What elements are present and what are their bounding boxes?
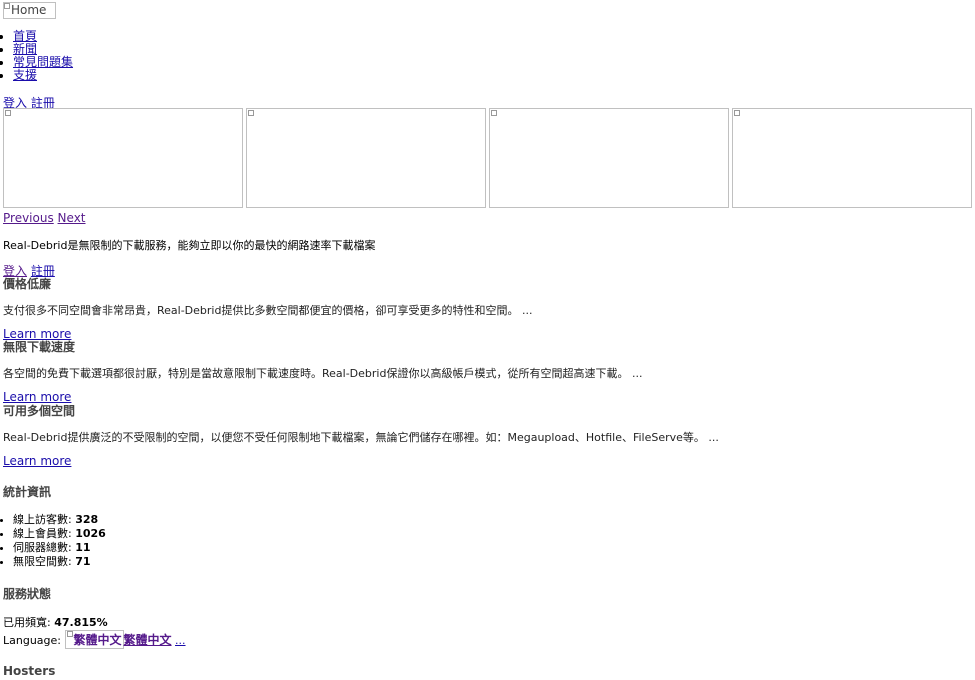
broken-image-icon — [734, 110, 740, 116]
broken-image-icon — [66, 631, 73, 637]
slider-previous-link[interactable]: Previous — [3, 211, 54, 225]
slider-image-2[interactable] — [246, 108, 486, 208]
stats-item-visitors: 線上訪客數: 328 — [13, 513, 106, 527]
stats-item-hosters: 無限空間數: 71 — [13, 555, 106, 569]
stats-label: 無限空間數: — [13, 555, 72, 568]
slider-image-4[interactable] — [732, 108, 972, 208]
stats-item-servers: 伺服器總數: 11 — [13, 541, 106, 555]
bandwidth-value: 47.815% — [54, 616, 108, 629]
slider-image-3[interactable] — [489, 108, 729, 208]
feature-learn-more-link[interactable]: Learn more — [3, 454, 71, 468]
nav-link-support[interactable]: 支援 — [13, 68, 37, 82]
stats-label: 線上會員數: — [13, 527, 72, 540]
stats-value: 71 — [75, 555, 91, 568]
site-logo[interactable]: Home — [3, 2, 56, 19]
language-flag-alt: 繁體中文 — [73, 633, 122, 647]
language-current-link[interactable]: 繁體中文 — [124, 633, 172, 647]
bandwidth-label: 已用頻寬: — [3, 616, 51, 629]
hosters-title: Hosters — [3, 664, 56, 678]
stats-value: 11 — [75, 541, 91, 554]
main-nav: 首頁 新聞 常見問題集 支援 — [0, 30, 73, 82]
nav-link-home[interactable]: 首頁 — [13, 29, 37, 43]
feature-text-speed: 各空間的免費下載選項都很討厭，特別是當故意限制下載速度時。Real-Debrid… — [3, 367, 643, 380]
stats-value: 328 — [75, 513, 99, 526]
stats-label: 伺服器總數: — [13, 541, 72, 554]
broken-image-icon — [5, 110, 11, 116]
language-label: Language: — [3, 634, 61, 647]
feature-title-hosters: 可用多個空間 — [3, 404, 76, 418]
stats-item-members: 線上會員數: 1026 — [13, 527, 106, 541]
stats-title: 統計資訊 — [3, 485, 52, 499]
stats-list: 線上訪客數: 328 線上會員數: 1026 伺服器總數: 11 無限空間數: … — [0, 513, 106, 569]
feature-text-hosters: Real-Debrid提供廣泛的不受限制的空間，以便您不受任何限制地下載檔案，無… — [3, 431, 719, 444]
nav-item-support: 支援 — [13, 69, 73, 82]
intro-text: Real-Debrid是無限制的下載服務，能夠立即以你的最快的網路速率下載檔案 — [3, 239, 376, 252]
slider-controls: Previous Next — [3, 211, 86, 225]
broken-image-icon — [4, 3, 10, 9]
stats-value: 1026 — [75, 527, 106, 540]
bandwidth-usage: 已用頻寬: 47.815% — [3, 614, 108, 630]
broken-image-icon — [248, 110, 254, 116]
service-status-title: 服務狀態 — [3, 587, 52, 601]
language-more-link[interactable]: ... — [175, 634, 186, 647]
language-selector: Language: 繁體中文 繁體中文 ... — [3, 630, 186, 649]
feature-title-price: 價格低廉 — [3, 277, 52, 291]
stats-label: 線上訪客數: — [13, 513, 72, 526]
broken-image-icon — [491, 110, 497, 116]
slider-image-1[interactable] — [3, 108, 243, 208]
feature-text-price: 支付很多不同空間會非常昂貴，Real-Debrid提供比多數空間都便宜的價格，卻… — [3, 304, 533, 317]
feature-title-speed: 無限下載速度 — [3, 340, 76, 354]
nav-link-faq[interactable]: 常見問題集 — [13, 55, 73, 69]
nav-link-news[interactable]: 新聞 — [13, 42, 37, 56]
logo-alt-text: Home — [11, 3, 47, 17]
slider-next-link[interactable]: Next — [58, 211, 86, 225]
language-flag-icon[interactable]: 繁體中文 — [64, 630, 124, 649]
